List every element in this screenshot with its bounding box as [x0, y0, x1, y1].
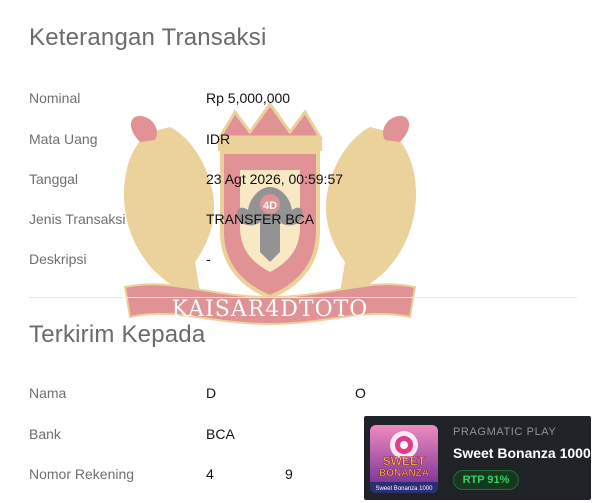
label-name: Nama: [29, 385, 67, 401]
value-transaction-type: TRANSFER BCA: [206, 211, 315, 227]
label-description: Deskripsi: [29, 251, 87, 267]
rtp-badge: RTP 91%: [453, 470, 519, 490]
label-transaction-type: Jenis Transaksi: [29, 211, 126, 227]
value-description: -: [206, 251, 211, 267]
thumb-logo-top: SWEET: [383, 454, 426, 468]
value-currency: IDR: [206, 131, 231, 147]
crown-icon: [217, 101, 323, 139]
value-nominal: Rp 5,000,000: [206, 90, 291, 106]
game-promo-card[interactable]: SWEET BONANZA Sweet Bonanza 1000 PRAGMAT…: [364, 416, 591, 500]
section-title-recipient: Terkirim Kepada: [29, 321, 206, 348]
game-title[interactable]: Sweet Bonanza 1000: [453, 445, 591, 461]
griffin-left-icon: [123, 127, 215, 292]
game-provider: PRAGMATIC PLAY: [453, 426, 557, 438]
label-account-number: Nomor Rekening: [29, 466, 135, 482]
ribbon: [123, 283, 417, 326]
brand-text: KAISAR4DTOTO: [172, 297, 369, 322]
value-date: 23 Agt 2026, 00:59:57: [206, 171, 344, 187]
value-name-end: O: [355, 385, 366, 401]
value-account-number-end: 9: [285, 466, 293, 482]
griffin-right-icon: [325, 127, 417, 292]
value-account-number-start: 4: [206, 466, 214, 482]
section-divider: [29, 297, 577, 298]
section-title-transaction: Keterangan Transaksi: [29, 24, 267, 51]
thumb-caption: Sweet Bonanza 1000: [375, 486, 433, 492]
value-bank: BCA: [206, 426, 235, 442]
value-name-start: D: [206, 385, 217, 401]
label-date: Tanggal: [29, 171, 79, 187]
label-nominal: Nominal: [29, 90, 81, 106]
label-bank: Bank: [29, 426, 61, 442]
game-thumbnail[interactable]: SWEET BONANZA Sweet Bonanza 1000: [370, 425, 438, 493]
thumb-logo-bottom: BONANZA: [379, 468, 429, 479]
label-currency: Mata Uang: [29, 131, 98, 147]
